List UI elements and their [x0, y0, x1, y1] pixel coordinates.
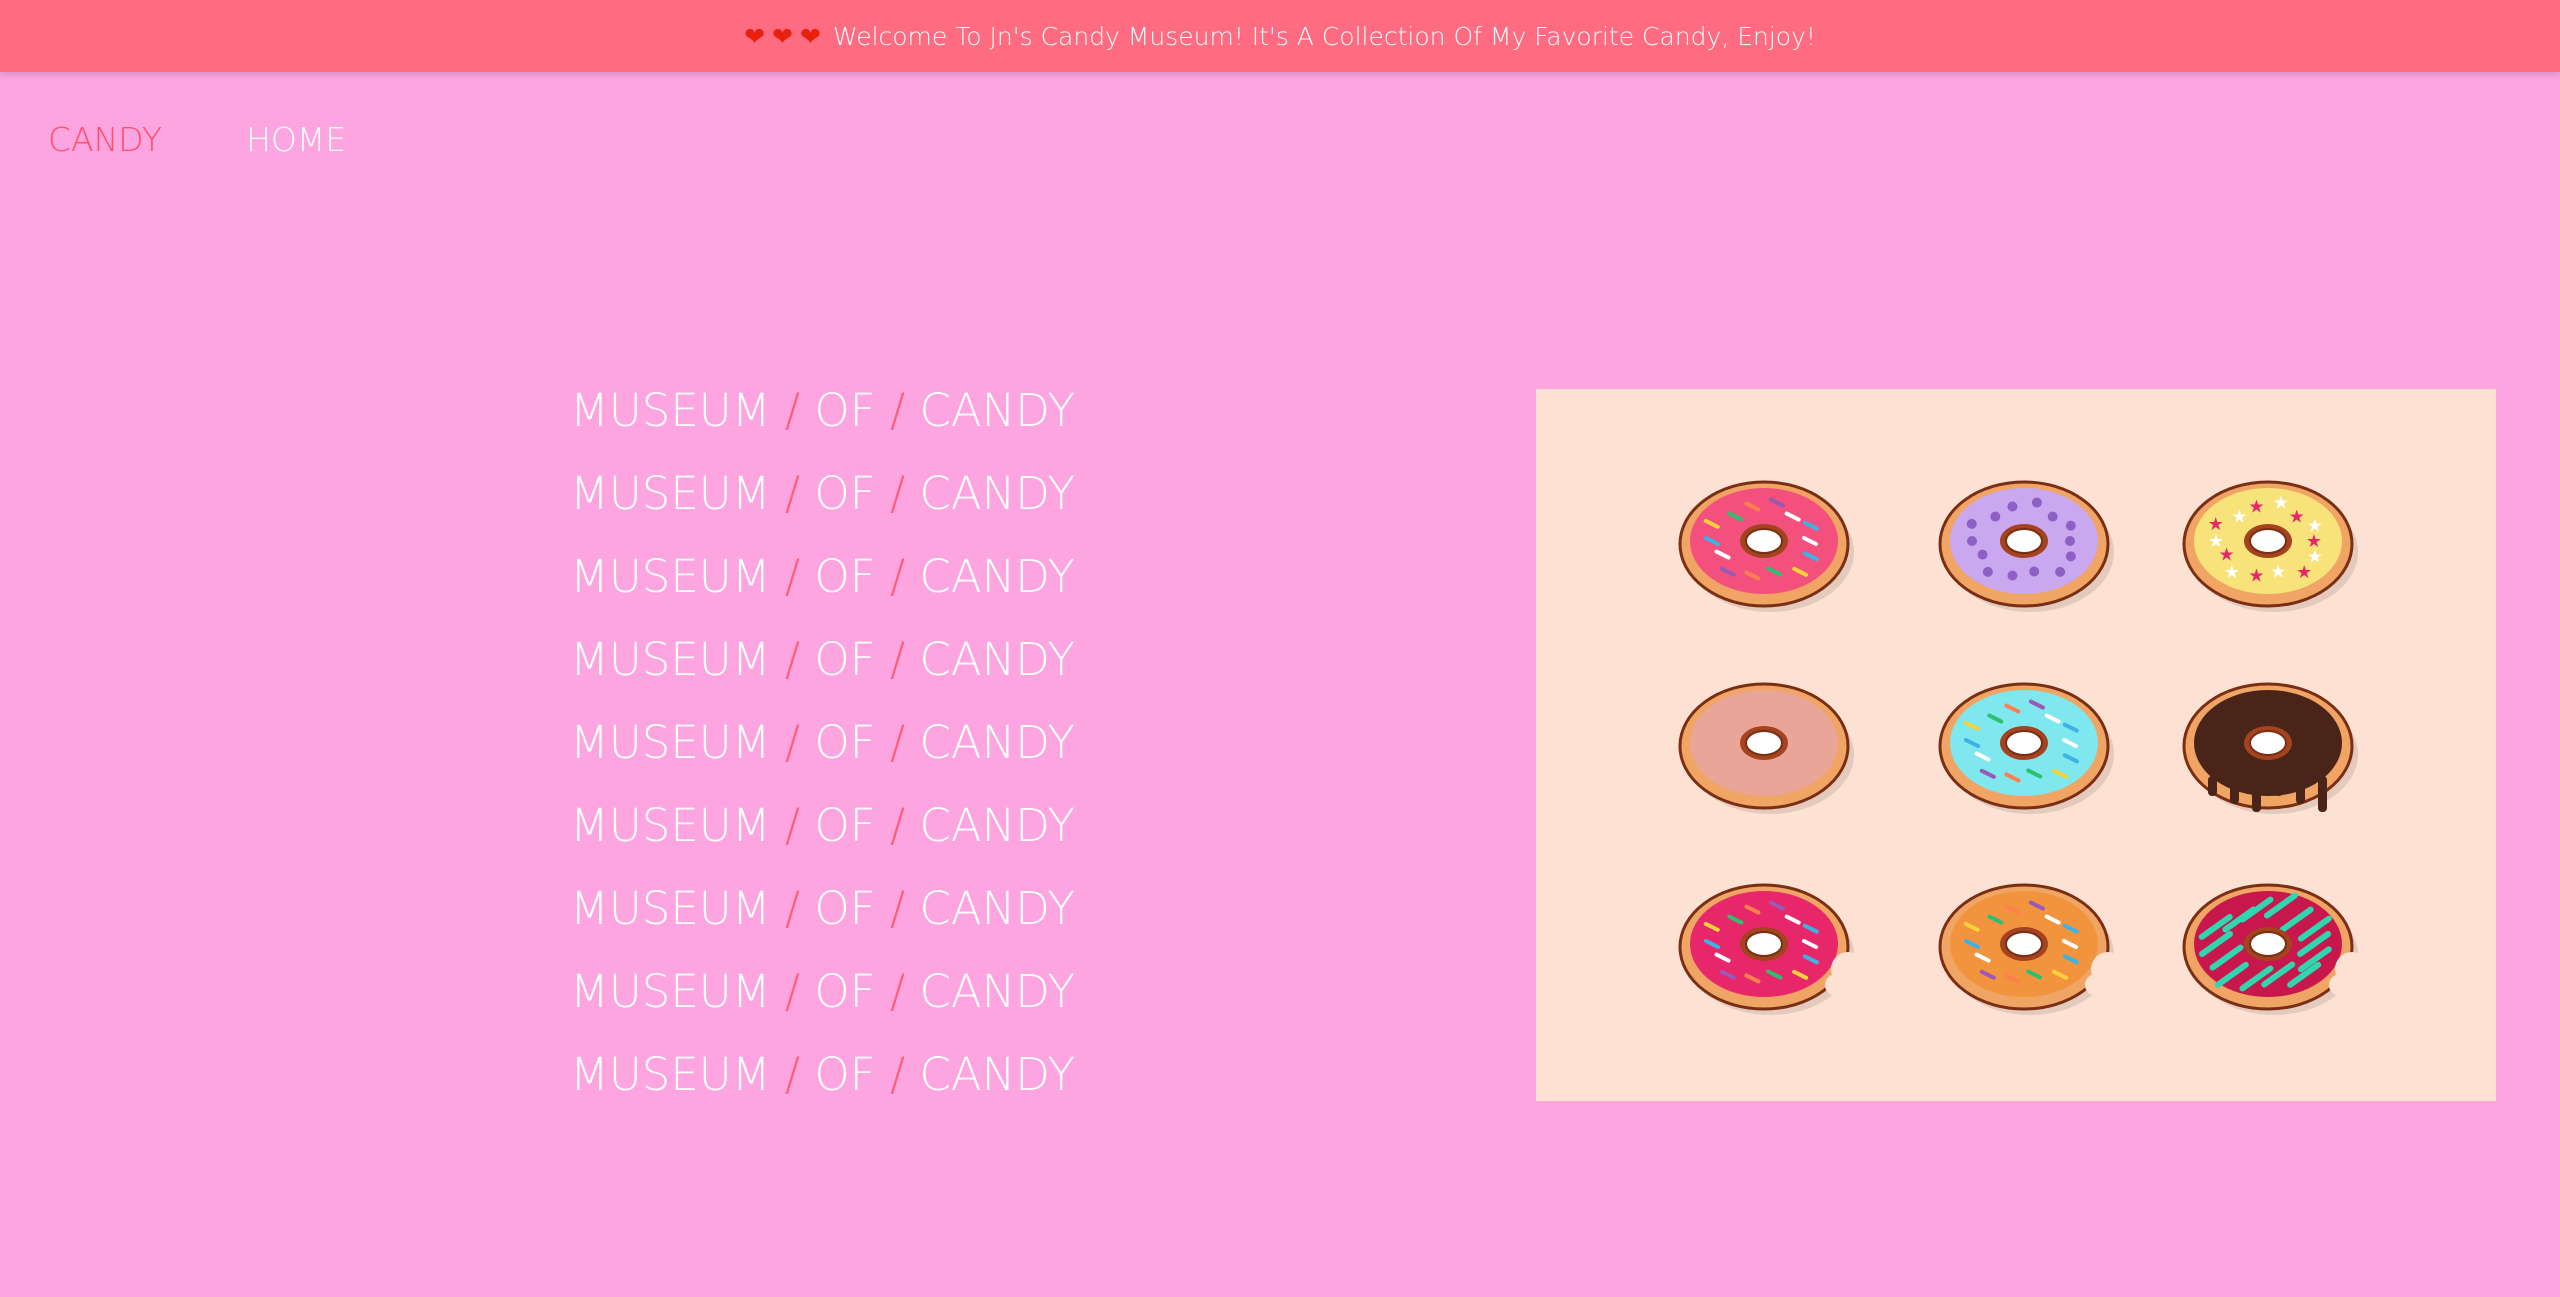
hero-title-list: MUSEUM / OF / CANDY MUSEUM / OF / CANDY MU…: [570, 382, 1075, 1129]
title-slash: /: [889, 550, 906, 603]
title-slash: /: [784, 467, 801, 520]
donut: [1938, 480, 2114, 612]
hero-word: MUSEUM: [570, 1048, 771, 1101]
title-slash: /: [784, 799, 801, 852]
hero-title-line: MUSEUM / OF / CANDY: [570, 382, 1075, 465]
title-slash: /: [889, 882, 906, 935]
svg-text:★: ★: [2231, 507, 2247, 528]
banner-text: Welcome To Jn's Candy Museum! It's A Col…: [832, 21, 1816, 51]
hero-word: MUSEUM: [570, 965, 771, 1018]
hero-word: MUSEUM: [570, 882, 771, 935]
donut: [1678, 480, 1854, 612]
donut-image: ★ ★ ★ ★ ★ ★ ★ ★ ★ ★ ★ ★ ★ ★: [1536, 389, 2496, 1101]
donut: [1938, 682, 2114, 814]
hero-word: OF: [814, 882, 876, 935]
hero-word: OF: [814, 384, 876, 437]
nav-home-link[interactable]: HOME: [246, 120, 346, 159]
hero-title-line: MUSEUM / OF / CANDY: [570, 963, 1075, 1046]
heart-icon: ❤: [799, 21, 821, 51]
title-slash: /: [784, 384, 801, 437]
hero-title-line: MUSEUM / OF / CANDY: [570, 880, 1075, 963]
title-slash: /: [889, 1048, 906, 1101]
title-slash: /: [889, 467, 906, 520]
hero-title-line: MUSEUM / OF / CANDY: [570, 631, 1075, 714]
hero-word: CANDY: [919, 1048, 1075, 1101]
svg-text:★: ★: [2296, 562, 2312, 583]
hero-word: OF: [814, 550, 876, 603]
heart-icon: ❤: [772, 21, 793, 51]
hero-word: MUSEUM: [570, 550, 771, 603]
hero-word: MUSEUM: [570, 799, 771, 852]
top-nav: CANDY HOME: [48, 120, 346, 159]
title-slash: /: [889, 799, 906, 852]
welcome-banner: ❤ ❤ ❤ Welcome To Jn's Candy Museum! It's…: [0, 0, 2560, 72]
title-slash: /: [889, 716, 906, 769]
title-slash: /: [784, 550, 801, 603]
hero-word: MUSEUM: [570, 716, 771, 769]
hero-title-line: MUSEUM / OF / CANDY: [570, 465, 1075, 548]
svg-text:★: ★: [2248, 497, 2264, 518]
donut: [2182, 883, 2369, 1015]
title-slash: /: [784, 716, 801, 769]
donut: [1678, 682, 1854, 814]
hero-word: CANDY: [919, 716, 1075, 769]
hearts-group: ❤ ❤ ❤: [744, 24, 821, 49]
hero-word: OF: [814, 633, 876, 686]
hero-word: CANDY: [919, 384, 1075, 437]
hero-word: CANDY: [919, 882, 1075, 935]
svg-text:★: ★: [2208, 514, 2224, 535]
svg-text:★: ★: [2289, 507, 2305, 528]
hero-word: OF: [814, 467, 876, 520]
title-slash: /: [889, 965, 906, 1018]
hero-word: CANDY: [919, 965, 1075, 1018]
hero-word: MUSEUM: [570, 384, 771, 437]
hero-word: CANDY: [919, 799, 1075, 852]
hero-word: MUSEUM: [570, 633, 771, 686]
hero-word: OF: [814, 716, 876, 769]
donut: [1938, 883, 2125, 1015]
hero-word: CANDY: [919, 633, 1075, 686]
svg-text:★: ★: [2248, 565, 2264, 586]
donut: [2182, 682, 2358, 814]
hero-word: CANDY: [919, 550, 1075, 603]
title-slash: /: [889, 384, 906, 437]
svg-text:★: ★: [2270, 561, 2286, 582]
heart-icon: ❤: [744, 21, 766, 51]
hero-word: OF: [814, 1048, 876, 1101]
title-slash: /: [889, 633, 906, 686]
svg-text:★: ★: [2307, 516, 2323, 537]
hero-title-line: MUSEUM / OF / CANDY: [570, 797, 1075, 880]
hero-title-line: MUSEUM / OF / CANDY: [570, 548, 1075, 631]
donut: [1678, 883, 1865, 1015]
donut-illustration: ★★★★★★★★★ ★ ★ ★★ ★: [1678, 480, 2369, 1015]
donut: ★★★★★★★★★ ★ ★ ★★ ★: [2182, 480, 2358, 612]
title-slash: /: [784, 633, 801, 686]
brand-logo[interactable]: CANDY: [48, 120, 162, 159]
hero-word: OF: [814, 799, 876, 852]
hero-title-line: MUSEUM / OF / CANDY: [570, 714, 1075, 797]
hero-title-line: MUSEUM / OF / CANDY: [570, 1046, 1075, 1129]
hero-word: OF: [814, 965, 876, 1018]
title-slash: /: [784, 965, 801, 1018]
hero-word: CANDY: [919, 467, 1075, 520]
svg-text:★: ★: [2273, 493, 2289, 514]
hero-word: MUSEUM: [570, 467, 771, 520]
title-slash: /: [784, 1048, 801, 1101]
title-slash: /: [784, 882, 801, 935]
